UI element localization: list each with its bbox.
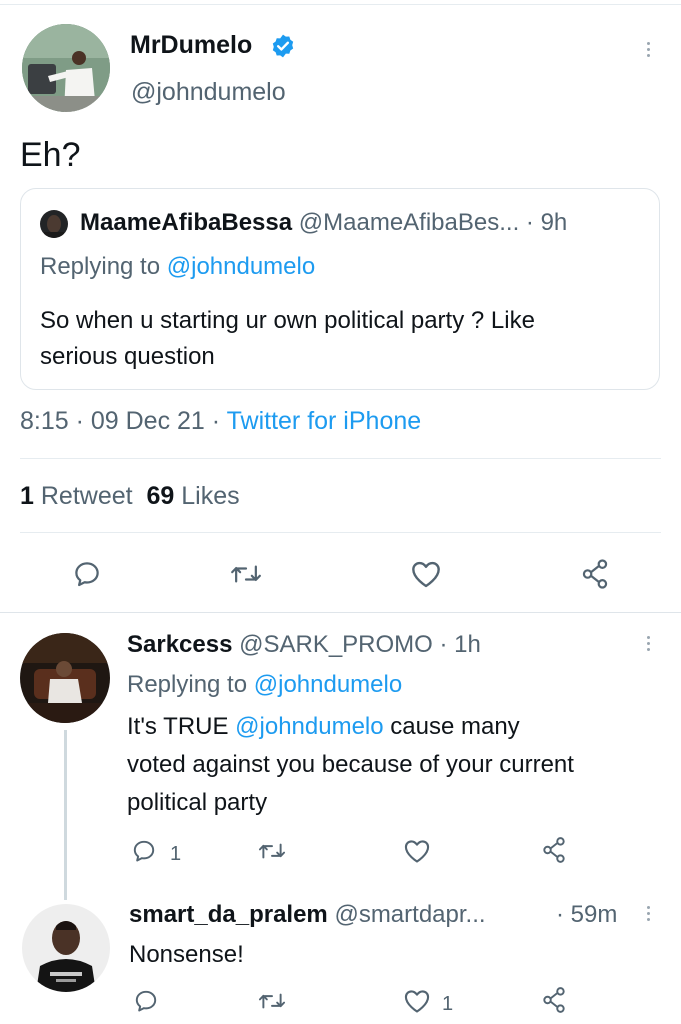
reply-1-text-prefix: It's TRUE <box>127 713 229 740</box>
likes-count: 69 <box>146 482 175 510</box>
reply-1-header: Sarkcess @SARK_PROMO · 1h <box>127 630 481 660</box>
quoted-tweet-text-line-2: serious question <box>40 343 215 370</box>
reply-1-replying-handle[interactable]: @johndumelo <box>254 671 402 698</box>
tweet-author-name[interactable]: MrDumelo <box>130 30 252 60</box>
reply-1-mention[interactable]: @johndumelo <box>235 713 383 740</box>
tweet-meta: 8:15 · 09 Dec 21 · Twitter for iPhone <box>20 405 421 437</box>
reply-2-like-icon[interactable] <box>403 988 431 1014</box>
tweet-text: Eh? <box>20 136 81 174</box>
reply-1-author-handle[interactable]: @SARK_PROMO <box>239 631 433 658</box>
reply-2-text: Nonsense! <box>129 941 244 968</box>
reply-2-like-count: 1 <box>442 993 454 1015</box>
tweet-source[interactable]: Twitter for iPhone <box>227 407 422 435</box>
quoted-author-name[interactable]: MaameAfibaBessa <box>80 209 292 236</box>
verified-badge-icon <box>270 33 296 59</box>
reply-1-text-line-3: political party <box>127 789 268 816</box>
reply-1-replying-to: Replying to @johndumelo <box>127 670 402 700</box>
reply-1-retweet-icon[interactable] <box>258 838 286 864</box>
like-icon[interactable] <box>410 559 442 589</box>
avatar-sarkcess-image <box>20 633 110 723</box>
reply-1-share-icon[interactable] <box>541 836 567 864</box>
likes-stat[interactable]: 69 Likes <box>146 482 239 510</box>
retweets-label: Retweet <box>40 482 133 510</box>
reply-2-time: · 59m <box>556 901 618 928</box>
stats-divider <box>20 532 661 533</box>
reply-1-text-line-1: It's TRUE @johndumelo cause many <box>127 710 520 744</box>
reply-1-reply-count: 1 <box>170 843 182 865</box>
share-icon[interactable] <box>580 558 610 590</box>
tweet-timestamp[interactable]: 8:15 · 09 Dec 21 · <box>20 407 220 435</box>
reply-1-reply-icon[interactable] <box>131 838 157 864</box>
quoted-author-handle[interactable]: @MaameAfibaBes... <box>299 209 519 236</box>
thread-line <box>64 730 67 900</box>
reply-1-time: · 1h <box>439 631 481 658</box>
reply-1-text-after: cause many <box>390 713 520 740</box>
reply-1-replying-prefix: Replying to <box>127 671 248 698</box>
tweet-stats: 1 Retweet 69 Likes <box>20 480 240 512</box>
quoted-replying-handle[interactable]: @johndumelo <box>167 253 315 280</box>
avatar-smart-da-pralem-image <box>22 904 110 992</box>
meta-divider <box>20 458 661 459</box>
retweets-count: 1 <box>20 482 34 510</box>
top-divider <box>0 4 681 5</box>
section-divider <box>0 612 681 613</box>
likes-label: Likes <box>181 482 240 510</box>
reply-2-author-name[interactable]: smart_da_pralem <box>129 901 328 928</box>
reply-2-header: smart_da_pralem @smartdapr... <box>129 900 486 930</box>
avatar-maameafibabessa-image <box>40 210 68 238</box>
avatar-sarkcess[interactable] <box>20 633 110 723</box>
retweet-icon[interactable] <box>230 559 262 589</box>
reply-2-retweet-icon[interactable] <box>258 988 286 1014</box>
reply-1-author-name[interactable]: Sarkcess <box>127 631 232 658</box>
retweets-stat[interactable]: 1 Retweet <box>20 482 133 510</box>
quoted-tweet-time: · 9h <box>525 209 568 236</box>
reply-1-more-options-icon[interactable] <box>645 636 651 651</box>
reply-2-share-icon[interactable] <box>541 986 567 1014</box>
reply-1-like-icon[interactable] <box>403 838 431 864</box>
avatar-smart-da-pralem[interactable] <box>22 904 110 992</box>
tweet-author-handle[interactable]: @johndumelo <box>131 77 286 107</box>
avatar-mrdumelo[interactable] <box>22 24 110 112</box>
avatar-maameafibabessa[interactable] <box>40 210 68 238</box>
quoted-tweet-header: MaameAfibaBessa @MaameAfibaBes... · 9h <box>80 208 567 238</box>
reply-2-author-handle[interactable]: @smartdapr... <box>334 901 485 928</box>
quoted-replying-prefix: Replying to <box>40 253 161 280</box>
quoted-tweet-text-line-1: So when u starting ur own political part… <box>40 307 535 334</box>
reply-2-reply-icon[interactable] <box>133 988 159 1014</box>
avatar-mrdumelo-image <box>22 24 110 112</box>
more-options-icon[interactable] <box>645 42 651 57</box>
reply-2-more-options-icon[interactable] <box>645 906 651 921</box>
reply-icon[interactable] <box>72 559 102 589</box>
quoted-replying-to: Replying to @johndumelo <box>40 252 315 282</box>
reply-1-text-line-2: voted against you because of your curren… <box>127 751 574 778</box>
